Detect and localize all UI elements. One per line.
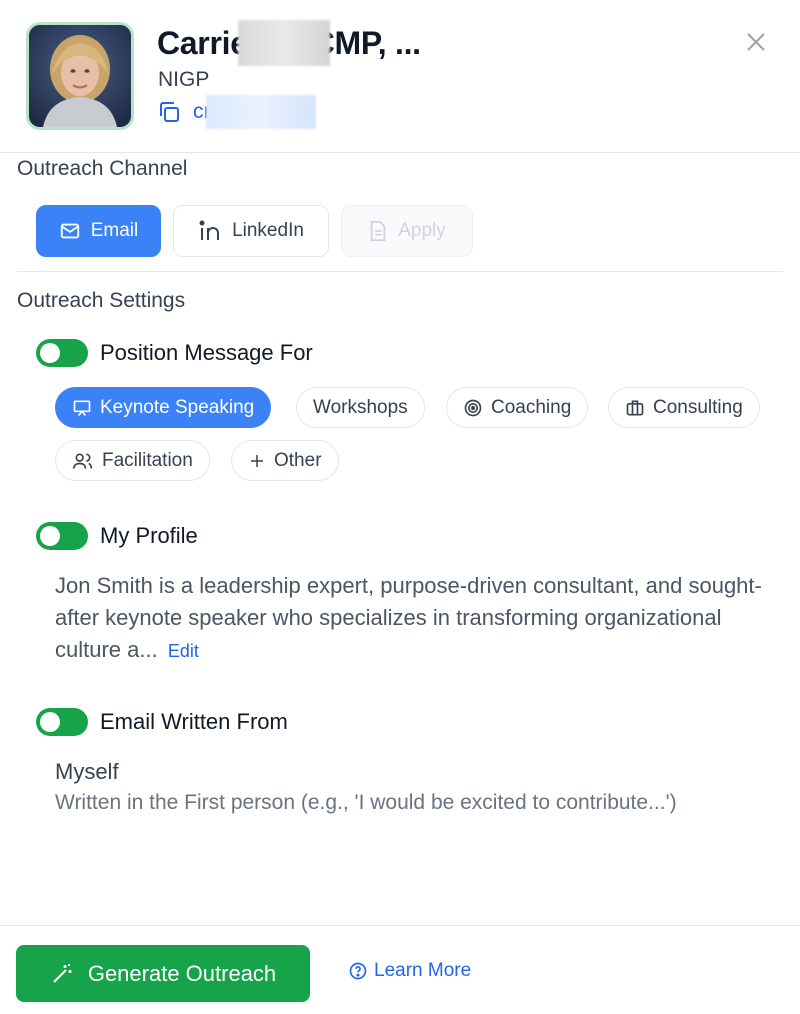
contact-organization: NIGP <box>158 68 210 91</box>
my-profile-row: My Profile <box>36 522 198 550</box>
my-profile-toggle[interactable] <box>36 522 88 550</box>
chip-label: Other <box>274 449 322 471</box>
linkedin-channel-button[interactable]: LinkedIn <box>173 205 329 257</box>
written-from-description: Written in the First person (e.g., 'I wo… <box>55 791 677 814</box>
chip-label: Facilitation <box>102 449 193 471</box>
document-icon <box>370 220 386 242</box>
plus-icon <box>251 454 263 467</box>
contact-avatar <box>26 22 134 130</box>
position-message-row: Position Message For <box>36 339 313 367</box>
outreach-settings-title: Outreach Settings <box>17 289 186 312</box>
email-written-from-row: Email Written From <box>36 708 288 736</box>
channel-selector: Email LinkedIn Apply <box>36 205 473 257</box>
target-icon <box>464 399 482 416</box>
apply-channel-button[interactable]: Apply <box>341 205 473 257</box>
chip-workshops[interactable]: Workshops <box>296 387 425 428</box>
briefcase-icon <box>626 400 644 415</box>
my-profile-label: My Profile <box>100 523 198 548</box>
outreach-panel: Carrie ter, CMP, ... NIGP cr p.org Outre… <box>0 0 800 1014</box>
position-message-label: Position Message For <box>100 340 313 365</box>
magic-wand-icon <box>53 963 72 983</box>
generate-outreach-label: Generate Outreach <box>87 960 277 986</box>
linkedin-channel-label: LinkedIn <box>232 220 304 241</box>
position-message-toggle[interactable] <box>36 339 88 367</box>
redacted-email-block <box>206 95 316 129</box>
email-written-from-toggle[interactable] <box>36 708 88 736</box>
help-circle-icon <box>349 962 367 980</box>
chip-keynote-speaking[interactable]: Keynote Speaking <box>55 387 272 428</box>
chip-coaching[interactable]: Coaching <box>446 387 589 428</box>
copy-icon[interactable] <box>157 100 181 124</box>
linkedin-icon <box>199 220 220 240</box>
section-divider <box>17 271 783 272</box>
profile-text: Jon Smith is a leadership expert, purpos… <box>55 573 762 662</box>
profile-description: Jon Smith is a leadership expert, purpos… <box>55 570 775 667</box>
chip-label: Coaching <box>491 396 572 418</box>
redacted-name-block <box>238 20 330 66</box>
outreach-channel-title: Outreach Channel <box>17 157 188 180</box>
close-icon <box>747 33 765 51</box>
chip-label: Workshops <box>313 396 408 418</box>
presentation-icon <box>73 400 91 416</box>
contact-header: Carrie ter, CMP, ... NIGP cr p.org <box>0 0 800 153</box>
email-written-from-label: Email Written From <box>100 709 288 734</box>
mail-icon <box>60 223 79 239</box>
apply-channel-label: Apply <box>398 220 446 241</box>
email-channel-button[interactable]: Email <box>36 205 161 257</box>
learn-more-link[interactable]: Learn More <box>348 960 471 982</box>
chip-label: Keynote Speaking <box>100 396 255 418</box>
chip-facilitation[interactable]: Facilitation <box>55 440 210 481</box>
chip-consulting[interactable]: Consulting <box>608 387 760 428</box>
footer-divider <box>0 925 800 926</box>
close-button[interactable] <box>740 26 772 58</box>
users-icon <box>73 453 93 469</box>
email-channel-label: Email <box>90 220 139 241</box>
chip-other[interactable]: Other <box>231 440 339 481</box>
generate-outreach-button[interactable]: Generate Outreach <box>16 945 310 1002</box>
learn-more-label: Learn More <box>374 960 472 981</box>
chip-label: Consulting <box>653 396 743 418</box>
edit-profile-link[interactable]: Edit <box>168 641 199 661</box>
written-from-value: Myself <box>55 759 119 784</box>
